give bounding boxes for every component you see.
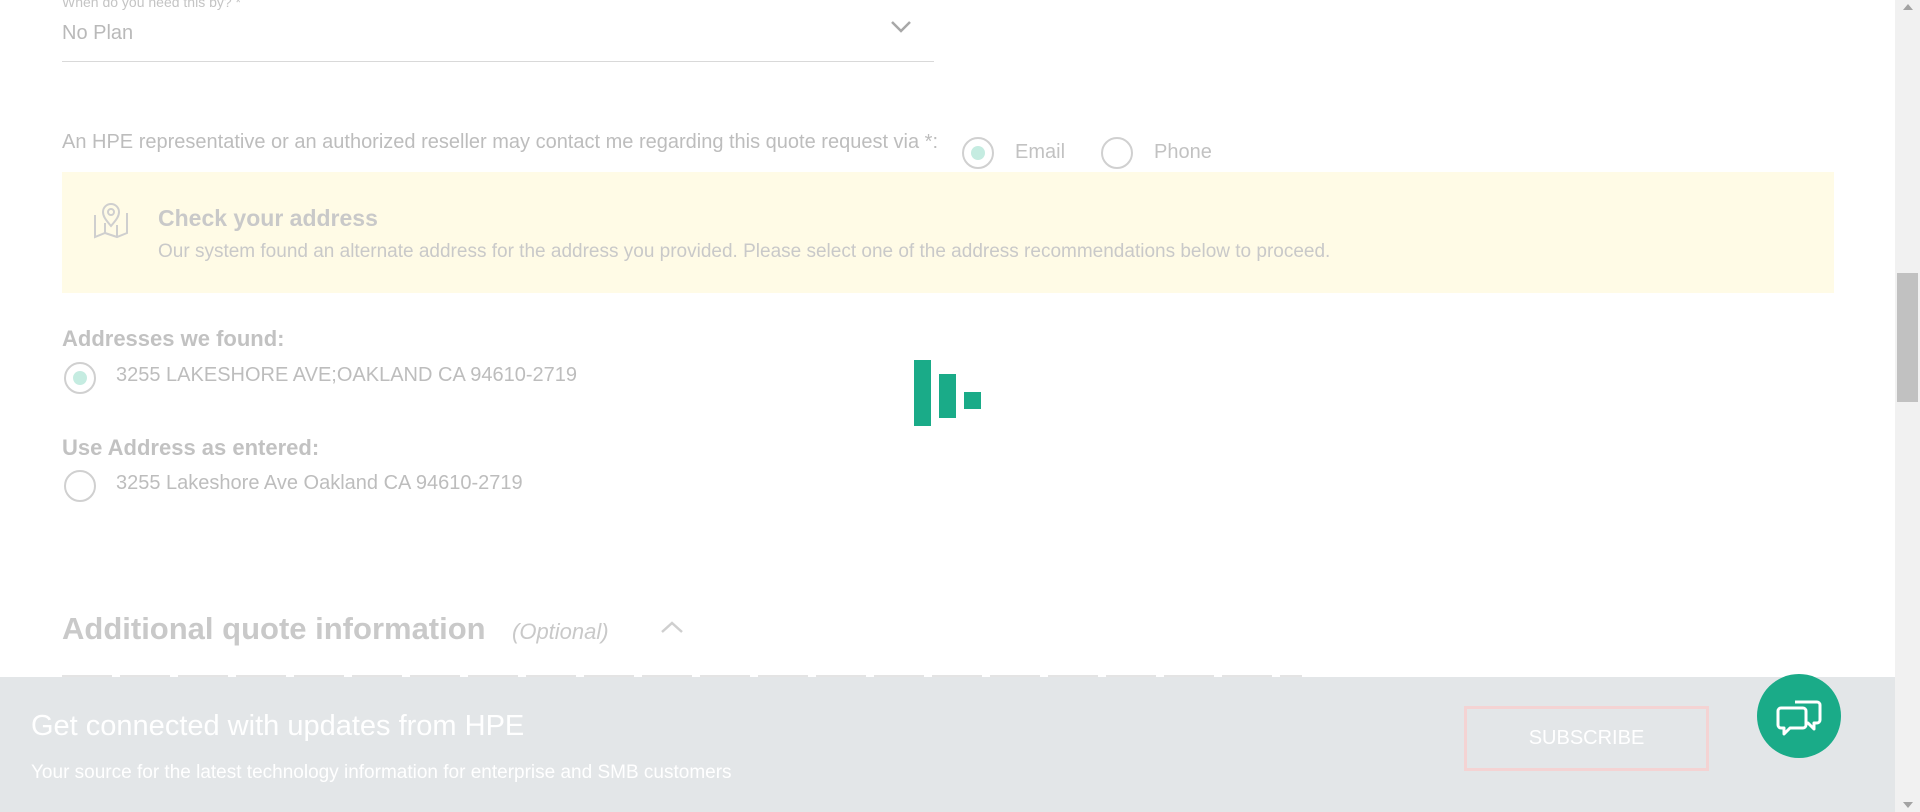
contact-email-radio[interactable]: [962, 137, 994, 169]
chevron-down-icon[interactable]: [890, 20, 912, 34]
address-found-radio[interactable]: [64, 362, 96, 394]
loader-bar: [939, 374, 956, 418]
contact-phone-label[interactable]: Phone: [1154, 141, 1212, 164]
needby-select-value[interactable]: No Plan: [62, 22, 133, 45]
chat-bubbles-icon: [1776, 700, 1822, 736]
contact-method-label: An HPE representative or an authorized r…: [62, 131, 939, 153]
contact-phone-radio[interactable]: [1101, 137, 1133, 169]
alert-message: Our system found an alternate address fo…: [158, 241, 1331, 262]
needby-label: When do you need this by? *: [62, 0, 242, 10]
loader-bar: [964, 392, 981, 409]
subscribe-button[interactable]: SUBSCRIBE: [1464, 706, 1709, 771]
subscribe-banner-subtitle: Your source for the latest technology in…: [31, 762, 732, 783]
scroll-down-arrow-icon[interactable]: [1903, 802, 1913, 808]
address-entered-heading: Use Address as entered:: [62, 435, 320, 460]
subscribe-banner-title: Get connected with updates from HPE: [31, 710, 525, 742]
page: When do you need this by? * No Plan An H…: [0, 0, 1895, 812]
chevron-up-icon[interactable]: [660, 620, 684, 634]
address-found-option[interactable]: 3255 LAKESHORE AVE;OAKLAND CA 94610-2719: [116, 364, 577, 387]
loader-bar: [914, 360, 931, 426]
scrollbar-thumb[interactable]: [1897, 273, 1918, 402]
chat-button[interactable]: [1757, 674, 1841, 758]
loading-spinner-icon: [914, 358, 982, 426]
address-entered-radio[interactable]: [64, 470, 96, 502]
needby-select-underline: [62, 61, 934, 62]
additional-info-title[interactable]: Additional quote information: [62, 611, 486, 647]
additional-info-optional: (Optional): [512, 619, 609, 644]
scroll-up-arrow-icon[interactable]: [1903, 4, 1913, 10]
address-entered-option[interactable]: 3255 Lakeshore Ave Oakland CA 94610-2719: [116, 472, 523, 495]
subscribe-banner: Get connected with updates from HPE Your…: [0, 677, 1895, 812]
scrollbar[interactable]: [1895, 0, 1920, 812]
addresses-found-heading: Addresses we found:: [62, 326, 285, 351]
address-alert: Check your address Our system found an a…: [62, 172, 1834, 293]
alert-title: Check your address: [158, 205, 378, 231]
contact-email-label[interactable]: Email: [1015, 141, 1065, 164]
map-pin-icon: [94, 203, 128, 239]
